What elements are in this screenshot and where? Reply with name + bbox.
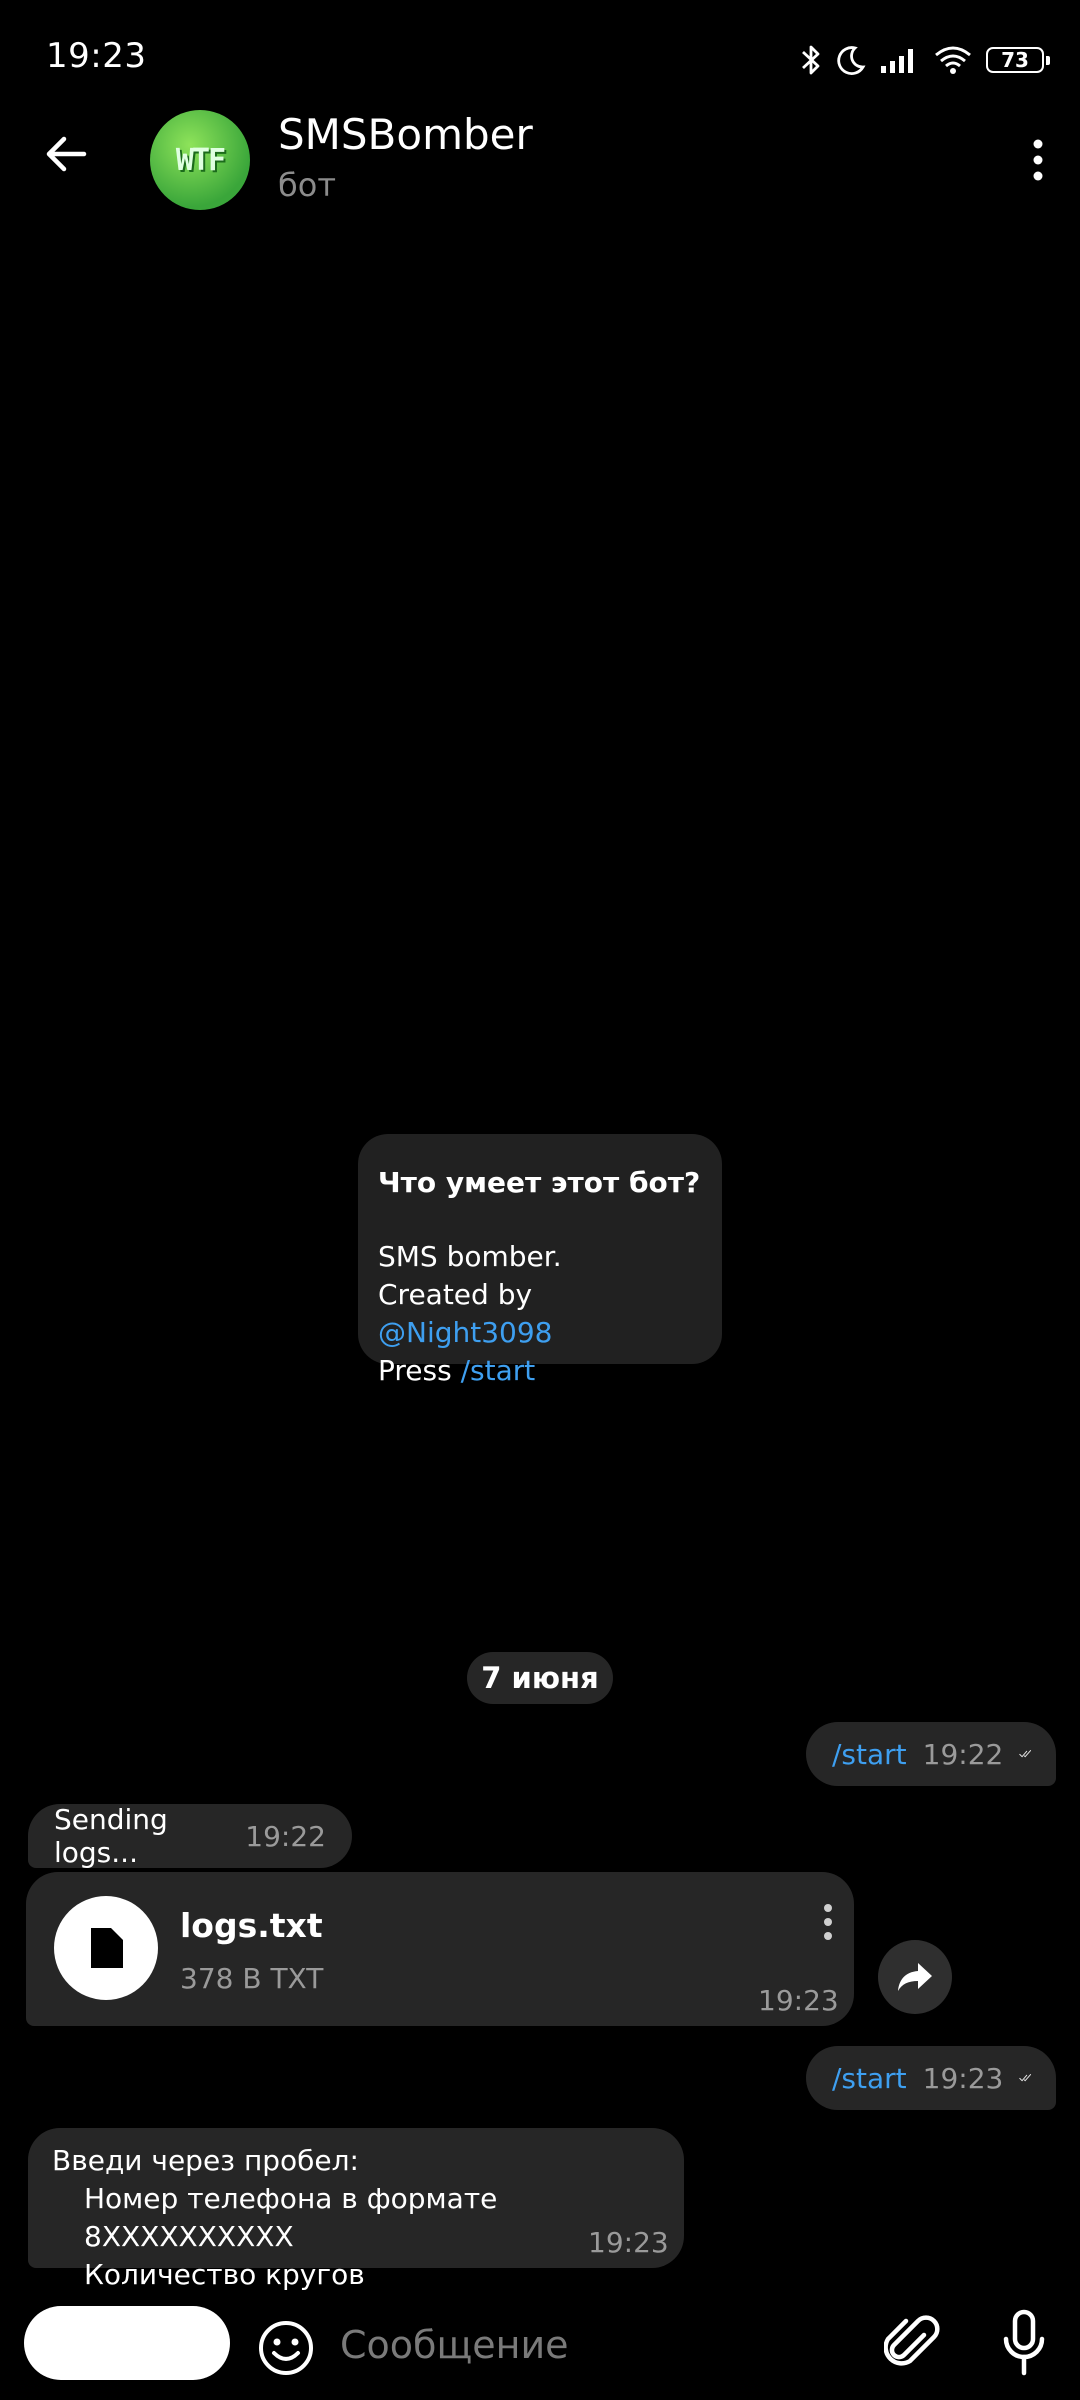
intro-line-1: SMS bomber. xyxy=(378,1240,562,1273)
file-name[interactable]: logs.txt xyxy=(180,1906,323,1945)
share-button[interactable] xyxy=(878,1940,952,2014)
share-arrow-icon xyxy=(898,1963,932,1991)
battery-icon: 73 xyxy=(986,47,1050,73)
outgoing-message[interactable]: /start 19:22 xyxy=(806,1722,1056,1786)
message-line: Введи через пробел: xyxy=(52,2144,359,2177)
message-text: Sending logs... xyxy=(54,1803,168,1869)
avatar[interactable]: WTF xyxy=(150,110,250,210)
bluetooth-icon xyxy=(802,45,820,75)
chat-subtitle: бот xyxy=(278,166,336,204)
file-download-button[interactable] xyxy=(54,1896,158,2000)
intro-line-3: Press /start xyxy=(378,1352,702,1390)
file-meta: 378 B TXT xyxy=(180,1962,324,1995)
message-time: 19:22 xyxy=(245,1819,326,1853)
message-time: 19:23 xyxy=(922,2061,1004,2095)
message-text[interactable]: /start xyxy=(832,2062,907,2095)
double-check-icon xyxy=(1019,2074,1032,2082)
more-vertical-icon xyxy=(824,1904,832,1940)
double-check-icon xyxy=(1019,1750,1032,1758)
bot-intro-card: Что умеет этот бот? SMS bomber. Created … xyxy=(358,1134,722,1387)
emoji-icon xyxy=(259,2321,313,2375)
intro-line-3-prefix: Press xyxy=(378,1354,461,1387)
message-line: Количество кругов xyxy=(84,2258,365,2291)
document-icon xyxy=(91,1928,123,1968)
more-menu-button[interactable] xyxy=(1016,132,1060,188)
start-command-link[interactable]: /start xyxy=(461,1354,536,1387)
chat-title[interactable]: SMSBomber xyxy=(278,110,533,159)
intro-question: Что умеет этот бот? xyxy=(378,1166,701,1199)
incoming-message[interactable]: Sending logs... 19:22 xyxy=(28,1803,352,1869)
emoji-button[interactable] xyxy=(256,2318,316,2378)
status-time: 19:23 xyxy=(46,36,147,76)
outgoing-message[interactable]: /start 19:23 xyxy=(806,2046,1056,2110)
battery-level: 73 xyxy=(1001,48,1029,72)
microphone-icon xyxy=(1003,2309,1045,2376)
arrow-left-icon xyxy=(46,136,87,172)
signal-icon xyxy=(881,49,913,73)
message-input[interactable] xyxy=(338,2312,862,2378)
message-time: 19:23 xyxy=(588,2226,669,2259)
message-text[interactable]: /start xyxy=(832,1738,907,1771)
paperclip-icon xyxy=(884,2315,940,2366)
menu-pill-button[interactable] xyxy=(24,2306,230,2380)
file-menu-button[interactable] xyxy=(816,1900,840,1944)
wifi-icon xyxy=(935,46,971,74)
status-icons: 73 xyxy=(800,36,1050,84)
incoming-message[interactable]: Введи через пробел: Номер телефона в фор… xyxy=(28,2128,684,2291)
intro-line-2: Created by @Night3098 xyxy=(378,1276,702,1352)
message-time: 19:22 xyxy=(922,1737,1004,1771)
message-line: Номер телефона в формате 8XXXXXXXXXX xyxy=(84,2182,498,2253)
author-link[interactable]: @Night3098 xyxy=(378,1316,552,1349)
intro-line-2-prefix: Created by xyxy=(378,1278,533,1311)
message-time: 19:23 xyxy=(758,1984,839,2017)
more-vertical-icon xyxy=(1033,139,1043,181)
moon-icon xyxy=(837,46,866,75)
avatar-text: WTF xyxy=(175,142,226,178)
back-button[interactable] xyxy=(38,126,94,182)
attach-button[interactable] xyxy=(882,2310,942,2376)
date-chip: 7 июня xyxy=(467,1652,613,1704)
microphone-button[interactable] xyxy=(996,2308,1052,2378)
